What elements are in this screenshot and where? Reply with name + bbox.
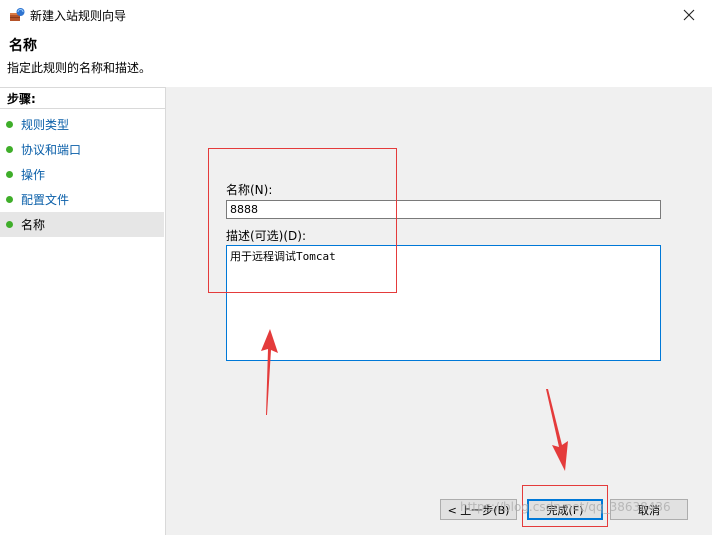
page-header: 名称 指定此规则的名称和描述。 xyxy=(0,30,712,87)
content-panel: 名称(N): 描述(可选)(D): 用于远程调试Tomcat < 上一步(B) … xyxy=(166,87,712,535)
window-title: 新建入站规则向导 xyxy=(30,9,127,23)
step-current-dot-icon xyxy=(6,221,13,228)
step-complete-dot-icon xyxy=(6,121,13,128)
step-label: 名称 xyxy=(21,218,46,232)
watermark: https://blog.csdn.net/qq_38638436 xyxy=(460,500,671,514)
step-complete-dot-icon xyxy=(6,146,13,153)
title-bar: 新建入站规则向导 xyxy=(0,0,712,30)
description-label: 描述(可选)(D): xyxy=(226,229,307,243)
page-title: 名称 xyxy=(9,38,37,54)
close-icon xyxy=(683,9,695,21)
content-inner: 名称(N): 描述(可选)(D): 用于远程调试Tomcat < 上一步(B) … xyxy=(169,90,708,532)
page-description: 指定此规则的名称和描述。 xyxy=(7,61,152,75)
step-label: 配置文件 xyxy=(21,193,70,207)
steps-title: 步骤: xyxy=(0,87,165,109)
step-protocol-port[interactable]: 协议和端口 xyxy=(0,137,164,162)
step-profile[interactable]: 配置文件 xyxy=(0,187,164,212)
step-label: 操作 xyxy=(21,168,46,182)
step-complete-dot-icon xyxy=(6,171,13,178)
firewall-shield-icon xyxy=(10,8,25,21)
steps-sidebar: 步骤: 规则类型 协议和端口 操作 配置文件 名称 xyxy=(0,87,166,535)
name-input[interactable] xyxy=(226,200,661,219)
step-action[interactable]: 操作 xyxy=(0,162,164,187)
step-rule-type[interactable]: 规则类型 xyxy=(0,112,164,137)
step-label: 协议和端口 xyxy=(21,143,82,157)
close-button[interactable] xyxy=(666,0,712,30)
name-label: 名称(N): xyxy=(226,183,273,197)
description-textarea[interactable]: 用于远程调试Tomcat xyxy=(226,245,661,361)
step-name-current: 名称 xyxy=(0,212,164,237)
step-label: 规则类型 xyxy=(21,118,70,132)
step-complete-dot-icon xyxy=(6,196,13,203)
